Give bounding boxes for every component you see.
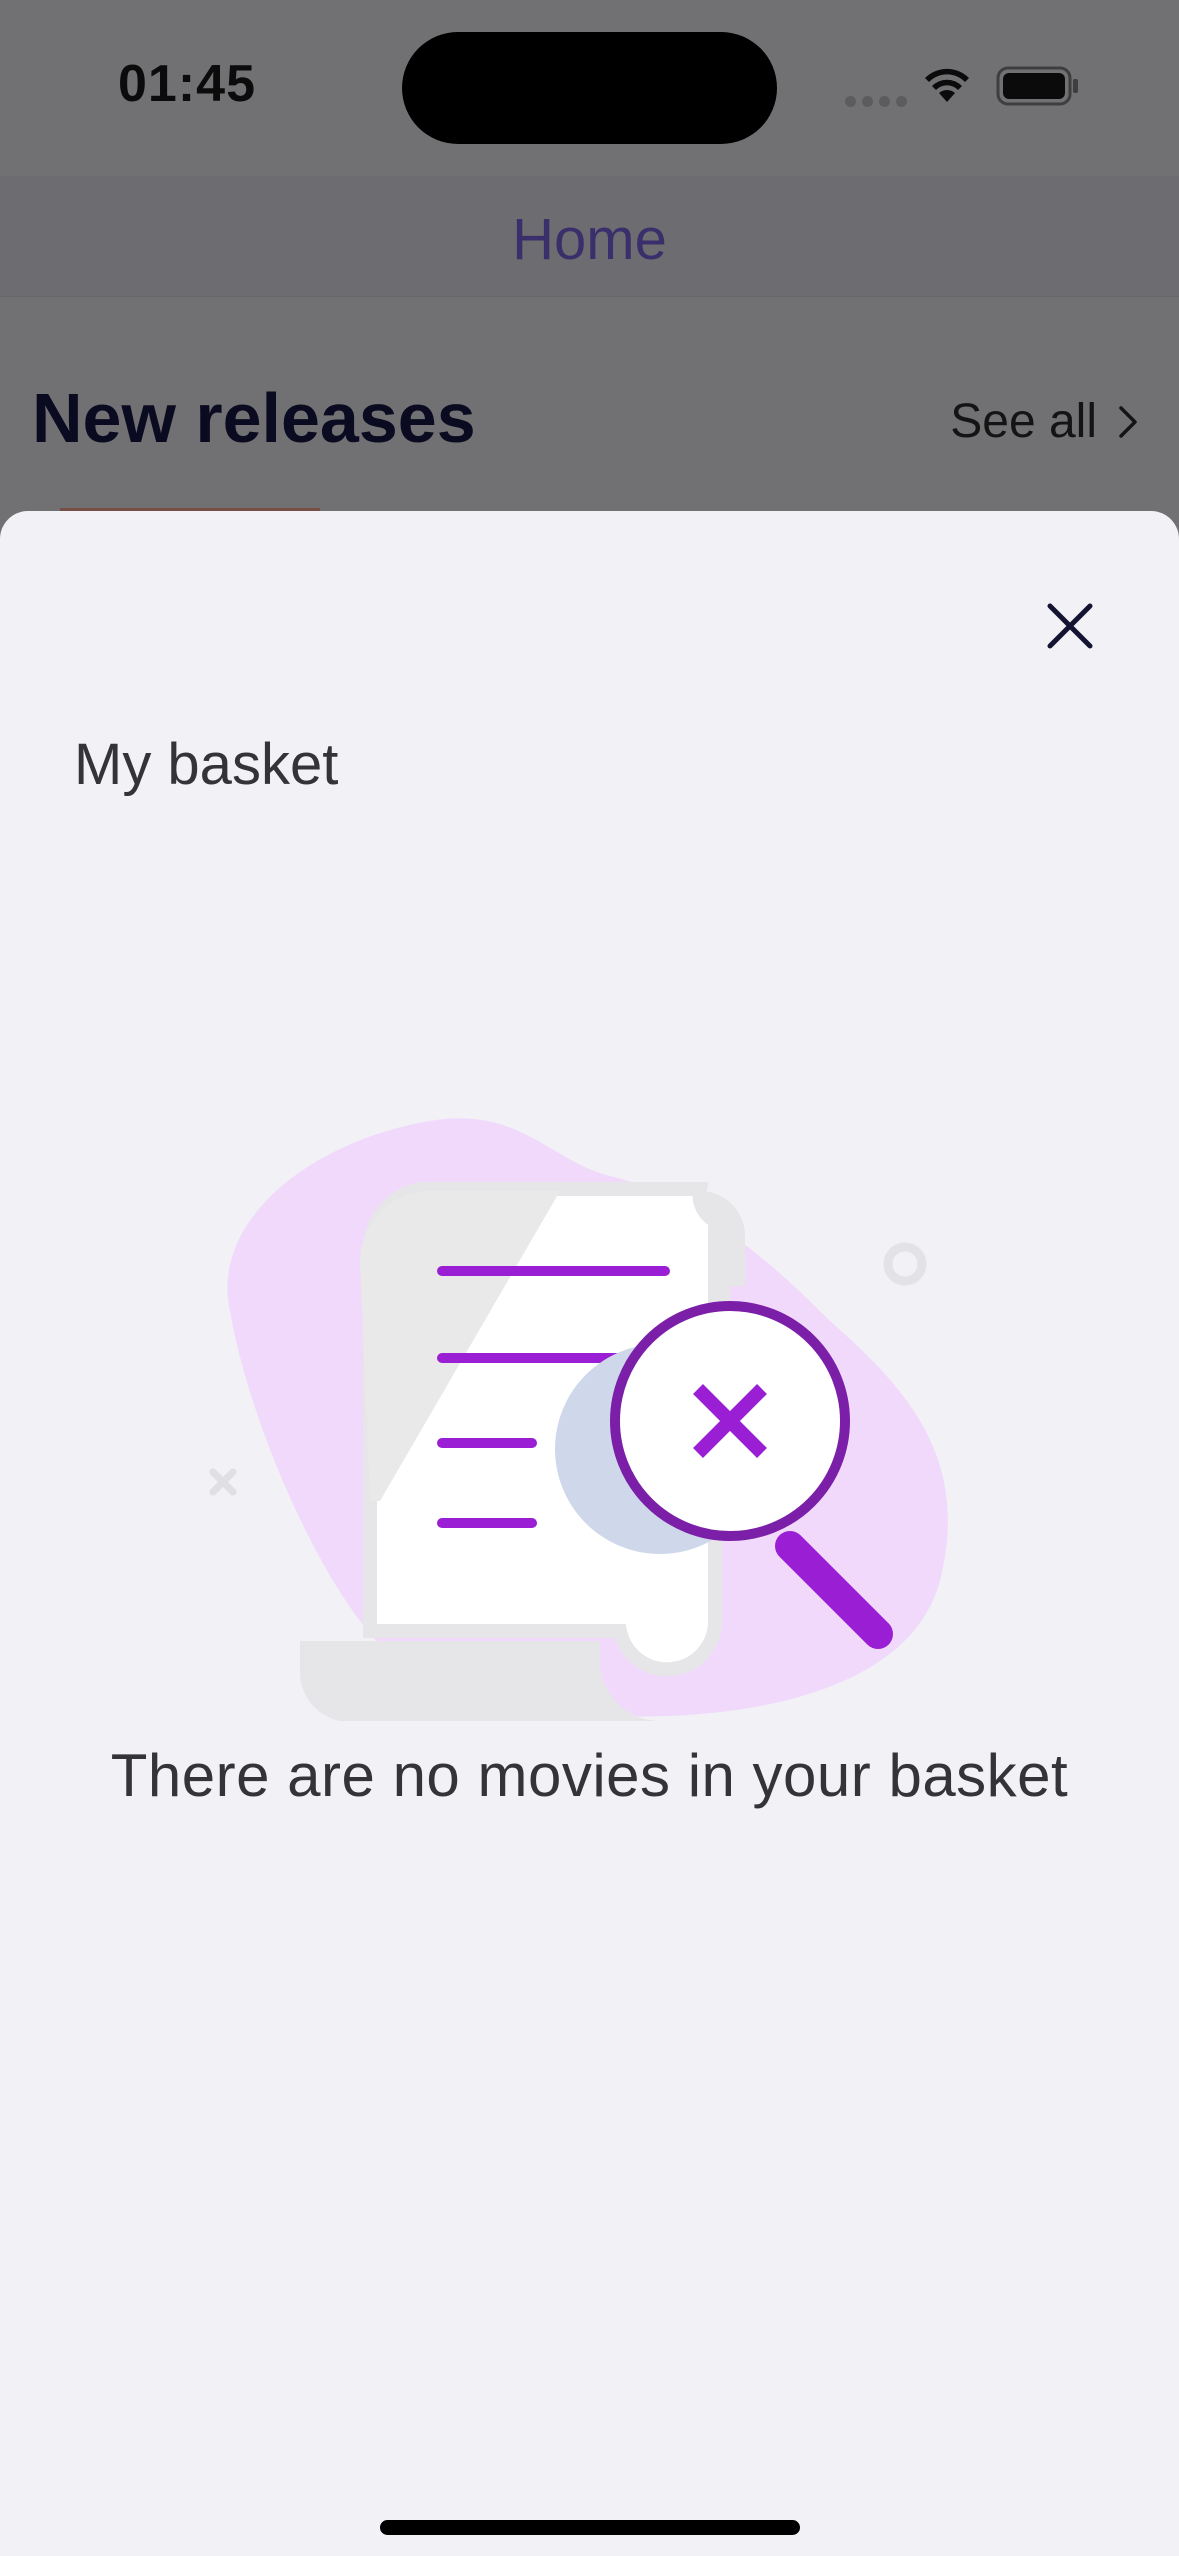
see-all-label: See all	[950, 395, 1097, 448]
navigation-bar: Home	[0, 176, 1179, 297]
empty-basket-message: There are no movies in your basket	[110, 1742, 1069, 1809]
wifi-icon	[925, 68, 969, 102]
home-indicator[interactable]	[380, 2520, 800, 2535]
new-releases-header: New releases See all	[0, 370, 1179, 470]
chevron-right-icon	[1119, 405, 1137, 438]
see-all-link[interactable]: See all	[950, 394, 1139, 449]
page-title: Home	[512, 207, 667, 272]
decorative-circle	[883, 1242, 927, 1286]
dynamic-island	[402, 32, 777, 144]
cellular-signal-icon	[845, 96, 907, 107]
sheet-title: My basket	[74, 732, 339, 797]
status-time: 01:45	[118, 55, 256, 113]
section-title: New releases	[32, 379, 476, 457]
close-icon[interactable]	[1035, 591, 1105, 661]
status-bar: 01:45	[0, 0, 1179, 176]
empty-basket-search-illustration	[209, 1118, 948, 1722]
basket-sheet: My basket There are no movies in your ba…	[0, 511, 1179, 2556]
battery-icon	[996, 66, 1078, 106]
